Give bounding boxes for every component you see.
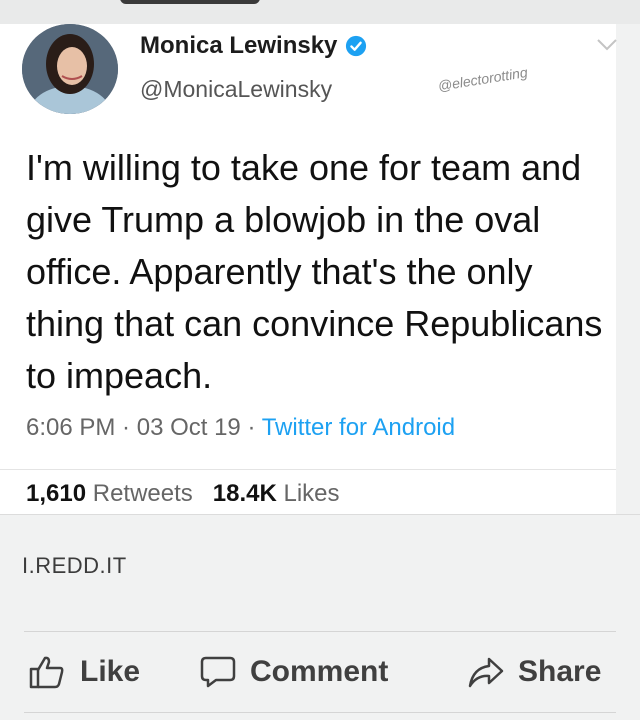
comment-button[interactable]: Comment <box>200 646 388 698</box>
tweet-stats: 1,610 Retweets 18.4K Likes <box>26 480 340 508</box>
divider <box>0 469 616 470</box>
retweets-label[interactable]: Retweets <box>93 480 193 507</box>
likes-label[interactable]: Likes <box>284 480 340 507</box>
comment-icon <box>200 656 236 688</box>
thumbs-up-icon <box>29 656 64 689</box>
likes-count[interactable]: 18.4K <box>213 480 277 507</box>
tweet-text: I'm willing to take one for team and giv… <box>26 147 603 396</box>
top-bar <box>0 0 640 24</box>
chevron-down-icon[interactable] <box>596 38 618 52</box>
like-button[interactable]: Like <box>28 646 140 698</box>
like-label: Like <box>80 655 141 688</box>
divider <box>24 712 616 713</box>
link-domain[interactable]: I.REDD.IT <box>22 553 127 579</box>
separator: · <box>115 414 137 441</box>
divider <box>24 631 616 632</box>
author-name[interactable]: Monica Lewinsky <box>140 32 337 60</box>
tweet-date: 03 Oct 19 <box>136 414 241 441</box>
separator: · <box>240 414 262 441</box>
action-bar: Like Comment Share <box>0 646 640 698</box>
watermark: @electorotting <box>436 63 529 94</box>
author-handle[interactable]: @MonicaLewinsky <box>140 76 332 103</box>
share-button[interactable]: Share <box>468 646 601 698</box>
author-row: Monica Lewinsky <box>140 32 367 60</box>
avatar[interactable] <box>22 24 118 114</box>
retweets-count[interactable]: 1,610 <box>26 480 86 507</box>
tweet-source-link[interactable]: Twitter for Android <box>262 414 455 441</box>
tweet-card[interactable]: Monica Lewinsky @MonicaLewinsky @elector… <box>0 24 618 514</box>
tweet-meta: 6:06 PM · 03 Oct 19 · Twitter for Androi… <box>26 414 455 442</box>
verified-icon <box>346 35 367 57</box>
share-icon <box>468 657 504 688</box>
link-preview[interactable]: I.REDD.IT <box>0 514 640 611</box>
comment-label: Comment <box>250 655 389 688</box>
tweet-time: 6:06 PM <box>26 414 116 441</box>
top-fragment <box>120 0 260 4</box>
share-label: Share <box>518 655 602 688</box>
